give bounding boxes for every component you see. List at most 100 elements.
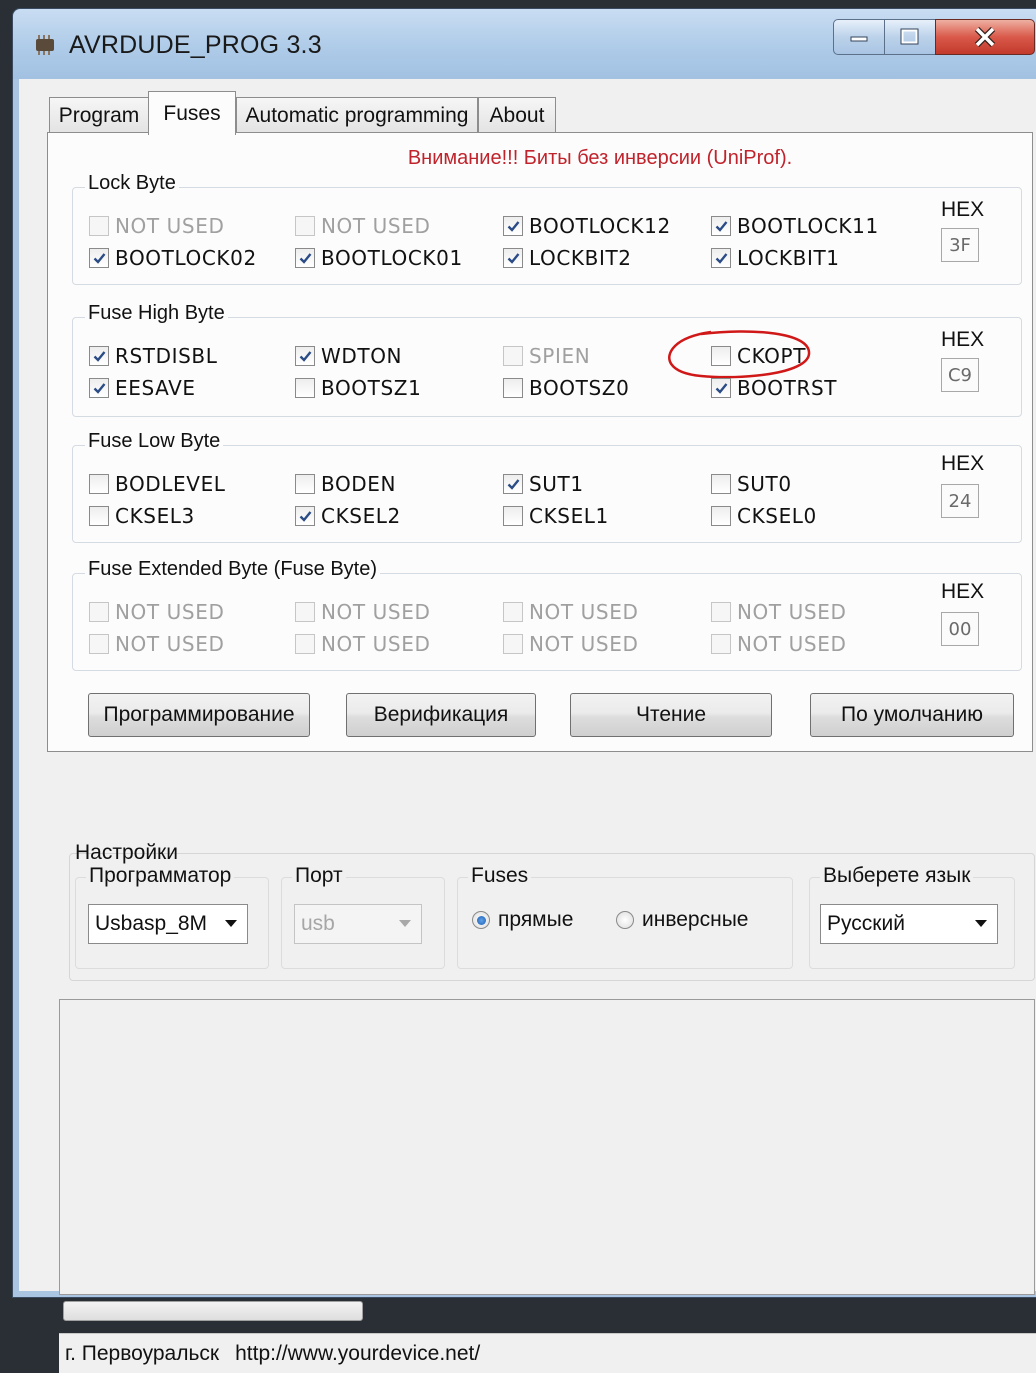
tab-fuses[interactable]: Fuses	[148, 91, 236, 135]
programmer-select[interactable]: Usbasp_8M	[88, 904, 248, 944]
fuse-bit-checkbox[interactable]: NOT USED	[89, 212, 224, 240]
checkbox-box	[295, 634, 315, 654]
fuse-bit-checkbox[interactable]: CKOPT	[711, 342, 806, 370]
chevron-down-icon	[225, 920, 237, 927]
fuse-bit-checkbox[interactable]: LOCKBIT2	[503, 244, 632, 272]
fuse-bit-checkbox[interactable]: BOOTLOCK12	[503, 212, 671, 240]
hex-value-box[interactable]: 3F	[941, 228, 979, 262]
checkmark-icon	[299, 350, 311, 362]
fuse-bit-checkbox[interactable]: SPIEN	[503, 342, 590, 370]
fuses-panel: Внимание!!! Биты без инверсии (UniProf).…	[47, 132, 1033, 752]
fuse-bit-checkbox[interactable]: NOT USED	[89, 598, 224, 626]
fuse-bit-checkbox[interactable]: NOT USED	[89, 630, 224, 658]
fuse-extended-byte-group: Fuse Extended Byte (Fuse Byte) HEX 00 NO…	[72, 558, 1022, 671]
fuse-bit-checkbox[interactable]: BODLEVEL	[89, 470, 226, 498]
fuse-bit-checkbox[interactable]: CKSEL3	[89, 502, 195, 530]
tab-program[interactable]: Program	[49, 97, 149, 133]
fuse-bit-checkbox[interactable]: NOT USED	[295, 598, 430, 626]
fuse-bit-checkbox[interactable]: SUT0	[711, 470, 792, 498]
tab-automatic-programming[interactable]: Automatic programming	[236, 97, 478, 133]
checkbox-box	[89, 506, 109, 526]
fuse-bit-checkbox[interactable]: RSTDISBL	[89, 342, 217, 370]
fuse-bit-checkbox[interactable]: NOT USED	[295, 212, 430, 240]
checkmark-icon	[715, 382, 727, 394]
fuse-bit-checkbox[interactable]: CKSEL0	[711, 502, 817, 530]
checkbox-box	[89, 474, 109, 494]
checkbox-box	[711, 506, 731, 526]
hex-label: HEX	[941, 452, 985, 475]
checkmark-icon	[93, 350, 105, 362]
fuse-bit-label: WDTON	[321, 344, 403, 368]
checkmark-icon	[93, 382, 105, 394]
fuse-bit-label: BOOTLOCK12	[529, 214, 671, 238]
fuse-bit-checkbox[interactable]: BOOTSZ1	[295, 374, 421, 402]
checkmark-icon	[507, 220, 519, 232]
fuse-bit-checkbox[interactable]: NOT USED	[503, 630, 638, 658]
language-select[interactable]: Русский	[820, 904, 998, 944]
fuse-bit-checkbox[interactable]: BOOTLOCK02	[89, 244, 257, 272]
status-url[interactable]: http://www.yourdevice.net/	[235, 1342, 480, 1366]
fuse-bit-checkbox[interactable]: BOOTRST	[711, 374, 837, 402]
checkbox-box	[89, 634, 109, 654]
minimize-button[interactable]	[833, 19, 885, 55]
fuse-bit-checkbox[interactable]: NOT USED	[503, 598, 638, 626]
radio-inverse[interactable]: инверсные	[616, 908, 748, 932]
fuse-bit-checkbox[interactable]: NOT USED	[711, 598, 846, 626]
checkmark-icon	[507, 252, 519, 264]
fuse-bit-label: SUT1	[529, 472, 584, 496]
fuse-bit-checkbox[interactable]: LOCKBIT1	[711, 244, 840, 272]
checkbox-box	[711, 378, 731, 398]
fuse-bit-checkbox[interactable]: BOOTSZ0	[503, 374, 629, 402]
status-city: г. Первоуральск	[65, 1341, 220, 1365]
hex-value-box[interactable]: 00	[941, 612, 979, 646]
checkbox-box	[295, 248, 315, 268]
programmer-label: Программатор	[86, 864, 235, 888]
checkbox-box	[711, 634, 731, 654]
fuse-high-byte-group: Fuse High Byte HEX C9 RSTDISBL WDTON SPIEN…	[72, 302, 1022, 417]
fuse-bit-label: RSTDISBL	[115, 344, 218, 368]
fuse-bit-label: NOT USED	[115, 214, 225, 238]
fuse-bit-label: CKSEL2	[321, 504, 401, 528]
fuse-bit-label: SPIEN	[529, 344, 591, 368]
fuse-bit-label: NOT USED	[529, 632, 639, 656]
fuse-bit-checkbox[interactable]: WDTON	[295, 342, 402, 370]
fuse-bit-checkbox[interactable]: BODEN	[295, 470, 396, 498]
hex-value-box[interactable]: 24	[941, 484, 979, 518]
fuse-bit-checkbox[interactable]: CKSEL1	[503, 502, 609, 530]
checkbox-box	[89, 216, 109, 236]
fuse-bit-checkbox[interactable]: NOT USED	[295, 630, 430, 658]
default-button[interactable]: По умолчанию	[810, 693, 1014, 737]
checkbox-box	[295, 378, 315, 398]
close-button[interactable]	[935, 19, 1035, 55]
program-button[interactable]: Программирование	[88, 693, 310, 737]
maximize-button[interactable]	[884, 19, 936, 55]
checkbox-box	[503, 378, 523, 398]
read-button[interactable]: Чтение	[570, 693, 772, 737]
maximize-icon	[900, 28, 919, 45]
tab-about[interactable]: About	[478, 97, 556, 133]
fuse-bit-checkbox[interactable]: NOT USED	[711, 630, 846, 658]
status-bar: г. Первоуральск http://www.yourdevice.ne…	[59, 1333, 1036, 1373]
fuse-bit-checkbox[interactable]: CKSEL2	[295, 502, 401, 530]
log-output[interactable]	[59, 999, 1035, 1295]
title-bar[interactable]: AVRDUDE_PROG 3.3	[13, 9, 1036, 79]
main-window: AVRDUDE_PROG 3.3 Program Fuses Automatic…	[12, 8, 1036, 1373]
fuse-bit-checkbox[interactable]: BOOTLOCK11	[711, 212, 879, 240]
port-select[interactable]: usb	[294, 904, 422, 944]
fuse-bit-checkbox[interactable]: BOOTLOCK01	[295, 244, 463, 272]
checkmark-icon	[715, 220, 727, 232]
fuse-bit-checkbox[interactable]: SUT1	[503, 470, 584, 498]
hex-value-box[interactable]: C9	[941, 358, 979, 392]
chevron-down-icon	[399, 920, 411, 927]
radio-direct[interactable]: прямые	[472, 908, 573, 932]
verify-button[interactable]: Верификация	[346, 693, 536, 737]
fuse-bit-label: CKOPT	[737, 344, 807, 368]
fuse-bit-label: BOOTLOCK11	[737, 214, 879, 238]
radio-inverse-label: инверсные	[642, 908, 749, 931]
progress-bar	[63, 1301, 363, 1321]
fuse-bit-checkbox[interactable]: EESAVE	[89, 374, 196, 402]
fuse-bit-label: BOOTSZ1	[321, 376, 422, 400]
checkbox-box	[503, 474, 523, 494]
client-area: Program Fuses Automatic programming Abou…	[19, 79, 1036, 1373]
checkbox-box	[503, 602, 523, 622]
